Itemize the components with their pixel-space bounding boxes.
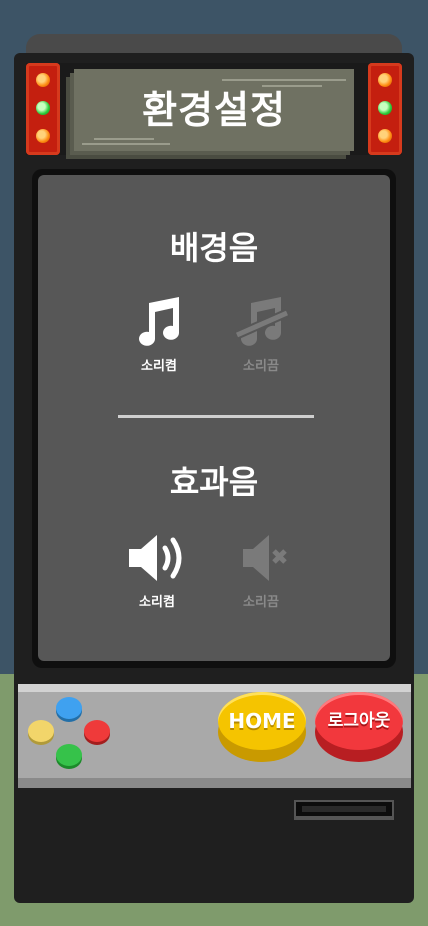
- blue-button-icon: [56, 697, 82, 719]
- bgm-section-title: 배경음: [169, 229, 259, 267]
- sfx-off-label: 소리끔: [243, 595, 279, 610]
- red-button-icon: [84, 720, 110, 742]
- speaker-muted-icon: [243, 535, 287, 581]
- logout-button[interactable]: 로그아웃: [315, 692, 403, 762]
- panel-top-edge: [18, 684, 411, 692]
- page-title: 환경설정: [142, 88, 286, 132]
- lamp-strip-left: [26, 63, 60, 155]
- orange-lamp-icon: [378, 73, 392, 87]
- home-button-label: HOME: [228, 709, 296, 733]
- marquee: 환경설정: [26, 63, 402, 155]
- green-button-icon: [56, 744, 82, 766]
- orange-lamp-icon: [378, 129, 392, 143]
- coin-slot: [294, 800, 394, 820]
- settings-screen: 배경음 소리켬 소리끔 효과음 소리켬 소리끔: [38, 175, 390, 661]
- section-divider: [118, 415, 314, 418]
- logout-button-label: 로그아웃: [327, 711, 391, 731]
- bgm-on-label: 소리켬: [141, 359, 177, 374]
- orange-lamp-icon: [36, 73, 50, 87]
- music-off-icon: [235, 297, 289, 346]
- sfx-off-button[interactable]: 소리끔: [216, 531, 306, 610]
- lamp-strip-right: [368, 63, 402, 155]
- green-lamp-icon: [378, 101, 392, 115]
- coin-slot-opening: [302, 806, 386, 812]
- orange-lamp-icon: [36, 129, 50, 143]
- speaker-on-icon: [129, 535, 182, 581]
- title-sign: 환경설정: [74, 69, 354, 151]
- control-panel: HOME 로그아웃: [18, 684, 411, 788]
- green-lamp-icon: [36, 101, 50, 115]
- bgm-on-button[interactable]: 소리켬: [114, 293, 204, 374]
- bgm-off-button[interactable]: 소리끔: [216, 293, 306, 374]
- sfx-on-label: 소리켬: [139, 595, 175, 610]
- sfx-section-title: 효과음: [169, 463, 259, 501]
- bgm-off-label: 소리끔: [243, 359, 279, 374]
- music-note-icon: [139, 297, 179, 346]
- sfx-on-button[interactable]: 소리켬: [112, 531, 202, 610]
- yellow-button-icon: [28, 720, 54, 742]
- home-button[interactable]: HOME: [218, 692, 306, 762]
- panel-bottom-edge: [18, 778, 411, 788]
